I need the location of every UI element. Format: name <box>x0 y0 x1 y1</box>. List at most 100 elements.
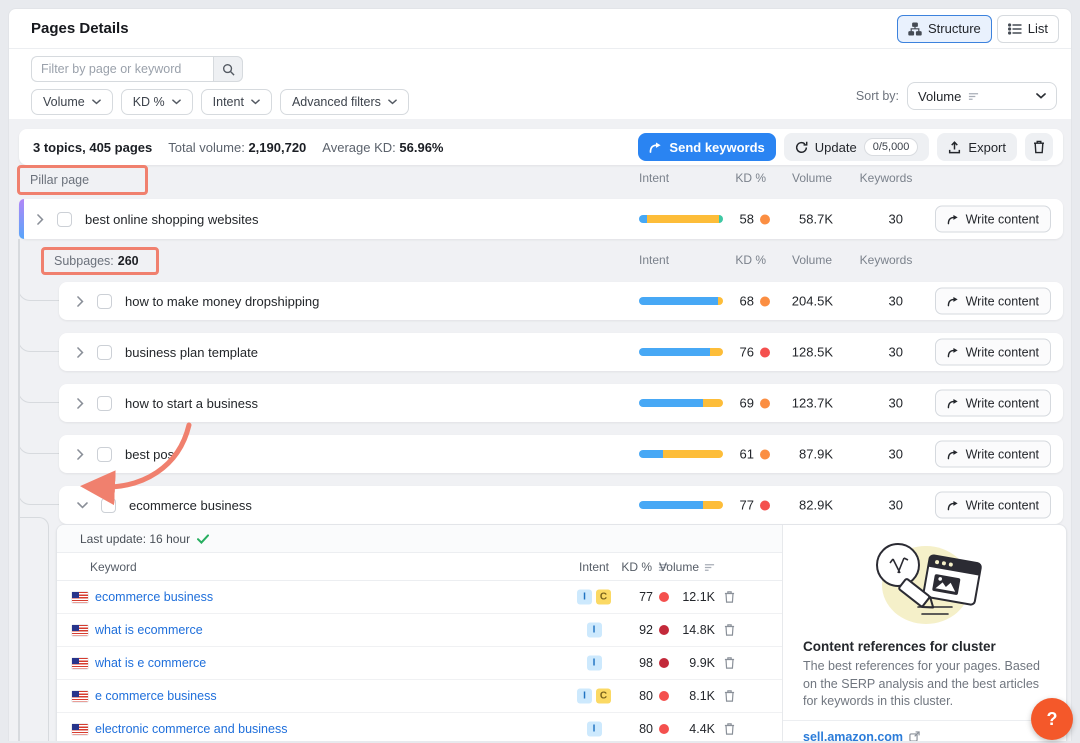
checkbox[interactable] <box>97 447 112 462</box>
pillar-header-row: Intent KD % Volume Keywords <box>19 171 1063 191</box>
checkbox[interactable] <box>97 294 112 309</box>
delete-button[interactable] <box>1025 133 1053 161</box>
export-button[interactable]: Export <box>937 133 1017 161</box>
volume-value: 58.7K <box>763 212 833 227</box>
intent-badge: I <box>587 722 602 737</box>
subpage-row-expanded[interactable]: ecommerce business 77 82.9K 30 Write con… <box>59 486 1063 524</box>
keyword-table-header: Keyword Intent KD % Volume <box>57 553 782 581</box>
advanced-filters[interactable]: Advanced filters <box>280 89 409 115</box>
intent-filter[interactable]: Intent <box>201 89 272 115</box>
chevron-down-icon <box>251 99 260 105</box>
volume-sort-header[interactable]: Volume <box>647 560 715 574</box>
refresh-icon <box>795 141 808 154</box>
write-arrow-icon <box>947 398 959 408</box>
us-flag-icon <box>72 592 88 603</box>
send-keywords-button[interactable]: Send keywords <box>638 133 775 161</box>
write-content-button[interactable]: Write content <box>935 390 1051 417</box>
page-title: Pages Details <box>31 20 129 37</box>
pages-details-panel: Pages Details Structure List Volume KD %… <box>8 8 1072 741</box>
tree-elbow <box>18 517 49 741</box>
checkbox[interactable] <box>101 498 116 513</box>
chevron-right-icon[interactable] <box>37 214 44 225</box>
tree-elbow <box>18 352 59 403</box>
remove-keyword-button[interactable] <box>720 591 738 604</box>
chevron-down-icon <box>92 99 101 105</box>
subpage-row[interactable]: business plan template 76 128.5K 30 Writ… <box>59 333 1063 371</box>
keyword-row: what is ecommerce I 92 14.8K <box>57 614 782 647</box>
write-content-button[interactable]: Write content <box>935 288 1051 315</box>
chevron-right-icon[interactable] <box>77 449 84 460</box>
tree-elbow <box>18 454 59 505</box>
keyword-link[interactable]: electronic commerce and business <box>95 722 287 736</box>
keyword-table: Last update: 16 hour Keyword Intent KD %… <box>57 525 782 741</box>
sort-select[interactable]: Volume <box>907 82 1057 110</box>
remove-keyword-button[interactable] <box>720 690 738 703</box>
subpages-annotation: Subpages:260 <box>41 247 159 275</box>
send-arrow-icon <box>649 142 662 153</box>
pillar-page-annotation: Pillar page <box>17 165 148 195</box>
tree-elbow <box>18 403 59 454</box>
keyword-link[interactable]: ecommerce business <box>95 590 213 604</box>
search-input[interactable] <box>31 56 213 82</box>
remove-keyword-button[interactable] <box>720 723 738 736</box>
keyword-link[interactable]: e commerce business <box>95 689 217 703</box>
volume-filter[interactable]: Volume <box>31 89 113 115</box>
reference-link[interactable]: sell.amazon.com <box>803 730 903 742</box>
intent-badge: I <box>577 590 592 605</box>
reference-title: Content references for cluster <box>783 627 1066 658</box>
structure-icon <box>908 22 922 36</box>
reference-description: The best references for your pages. Base… <box>783 658 1066 711</box>
chevron-right-icon[interactable] <box>77 347 84 358</box>
us-flag-icon <box>72 724 88 735</box>
export-icon <box>948 141 961 154</box>
search-icon <box>222 63 235 76</box>
checkbox[interactable] <box>97 396 112 411</box>
intent-badge: I <box>577 689 592 704</box>
average-kd: Average KD: 56.96% <box>322 140 443 155</box>
subpage-row[interactable]: how to start a business 69 123.7K 30 Wri… <box>59 384 1063 422</box>
subpage-row[interactable]: best pos 61 87.9K 30 Write content <box>59 435 1063 473</box>
write-content-button[interactable]: Write content <box>935 492 1051 519</box>
write-content-button[interactable]: Write content <box>935 339 1051 366</box>
pillar-row[interactable]: best online shopping websites 58 58.7K 3… <box>19 199 1063 239</box>
write-arrow-icon <box>947 347 959 357</box>
kd-filter[interactable]: KD % <box>121 89 193 115</box>
keywords-count: 30 <box>849 212 903 227</box>
list-icon <box>1008 23 1022 35</box>
chevron-right-icon[interactable] <box>77 296 84 307</box>
view-toggle: Structure List <box>897 15 1059 43</box>
keyword-link[interactable]: what is ecommerce <box>95 623 203 637</box>
external-link-icon <box>909 731 920 741</box>
intent-badge: I <box>587 623 602 638</box>
write-content-button[interactable]: Write content <box>935 206 1051 233</box>
keyword-row: ecommerce business IC 77 12.1K <box>57 581 782 614</box>
chevron-right-icon[interactable] <box>77 398 84 409</box>
update-quota: 0/5,000 <box>864 138 919 156</box>
expanded-cluster-panel: Last update: 16 hour Keyword Intent KD %… <box>56 524 1067 741</box>
write-arrow-icon <box>947 500 959 510</box>
help-button[interactable]: ? <box>1031 698 1073 740</box>
checkbox[interactable] <box>97 345 112 360</box>
chevron-down-icon <box>388 99 397 105</box>
intent-badge: I <box>587 656 602 671</box>
structure-view-button[interactable]: Structure <box>897 15 992 43</box>
remove-keyword-button[interactable] <box>720 624 738 637</box>
update-button[interactable]: Update 0/5,000 <box>784 133 930 161</box>
checkbox[interactable] <box>57 212 72 227</box>
chevron-down-icon[interactable] <box>77 502 88 509</box>
subpages-count: 260 <box>118 254 139 268</box>
list-view-button[interactable]: List <box>997 15 1059 43</box>
kd-value: 58 <box>740 212 754 227</box>
subpage-row[interactable]: how to make money dropshipping 68 204.5K… <box>59 282 1063 320</box>
filter-bar: Volume KD % Intent Advanced filters Sort… <box>9 49 1071 119</box>
subpages-header-row: Intent KD % Volume Keywords <box>19 253 1063 273</box>
keyword-link[interactable]: what is e commerce <box>95 656 206 670</box>
search-button[interactable] <box>213 56 243 82</box>
write-content-button[interactable]: Write content <box>935 441 1051 468</box>
keyword-row: e commerce business IC 80 8.1K <box>57 680 782 713</box>
tree-elbow <box>18 301 59 352</box>
us-flag-icon <box>72 658 88 669</box>
chevron-down-icon <box>172 99 181 105</box>
remove-keyword-button[interactable] <box>720 657 738 670</box>
content-references-panel: Content references for cluster The best … <box>782 525 1066 741</box>
